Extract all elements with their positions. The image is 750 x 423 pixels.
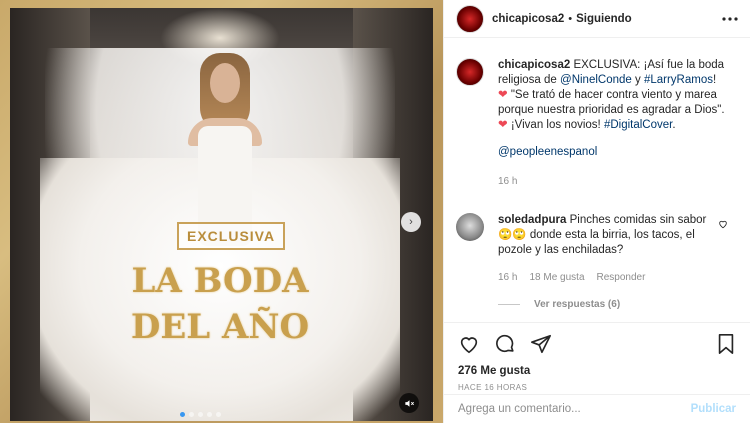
comment-input[interactable]: [458, 403, 691, 415]
publish-button[interactable]: Publicar: [691, 403, 736, 415]
headline-line-2: DEL AÑO: [130, 307, 310, 347]
carousel-dot: [198, 412, 203, 417]
post-image: EXCLUSIVA LA BODA DEL AÑO ›: [10, 8, 433, 421]
media-headline: LA BODA DEL AÑO: [130, 258, 310, 350]
action-bar: 276 Me gusta HACE 16 HORAS: [444, 322, 750, 392]
comment: soledadpura Pinches comidas sin sabor 🙄🙄…: [444, 189, 750, 285]
avatar[interactable]: [456, 4, 484, 33]
comment-body: soledadpura Pinches comidas sin sabor 🙄🙄…: [498, 213, 718, 285]
carousel-dot: [189, 412, 194, 417]
post-side-panel: chicapicosa2 • Siguiendo chicapicosa2 EX…: [443, 0, 750, 423]
following-button[interactable]: Siguiendo: [576, 13, 632, 25]
comment-icon[interactable]: [494, 333, 516, 355]
caption-text: y: [631, 74, 644, 86]
more-horizontal-icon[interactable]: [722, 16, 738, 21]
comment-composer: Publicar: [444, 394, 750, 423]
caption-text: .: [672, 119, 676, 131]
replies-divider: [498, 304, 520, 305]
caption-username[interactable]: chicapicosa2: [498, 59, 570, 71]
like-count[interactable]: 276 Me gusta: [458, 365, 736, 377]
avatar[interactable]: [456, 213, 484, 241]
caption-text: ¡Vivan los novios!: [507, 119, 604, 131]
author-username[interactable]: chicapicosa2: [492, 13, 564, 25]
view-replies-button[interactable]: Ver respuestas (6): [498, 299, 750, 310]
caption-text: "Se trató de hacer contra viento y marea…: [498, 89, 725, 116]
post-header: chicapicosa2 • Siguiendo: [444, 0, 750, 38]
carousel-indicator: [180, 412, 221, 417]
carousel-dot: [207, 412, 212, 417]
post-caption: chicapicosa2 EXCLUSIVA: ¡Así fue la boda…: [444, 38, 750, 189]
reply-button[interactable]: Responder: [597, 270, 646, 285]
post-timestamp[interactable]: HACE 16 HORAS: [458, 383, 736, 392]
caption-timestamp[interactable]: 16 h: [498, 174, 728, 189]
volume-muted-icon[interactable]: [399, 393, 419, 413]
bookmark-icon[interactable]: [716, 333, 736, 355]
header-separator: •: [568, 12, 573, 25]
view-replies-label: Ver respuestas (6): [534, 299, 621, 310]
carousel-dot: [216, 412, 221, 417]
hashtag-link[interactable]: #LarryRamos: [644, 74, 713, 86]
comment-meta: 16 h 18 Me gusta Responder: [498, 270, 718, 285]
heart-icon[interactable]: [718, 219, 728, 229]
comment-likes[interactable]: 18 Me gusta: [529, 270, 584, 285]
caption-text: !: [712, 74, 717, 86]
caption-mention-line: @peopleenespanol: [498, 145, 728, 160]
heart-icon[interactable]: [458, 333, 480, 355]
headline-line-1: LA BODA: [131, 261, 309, 301]
hashtag-link[interactable]: #DigitalCover: [604, 119, 672, 131]
chevron-right-icon[interactable]: ›: [401, 212, 421, 232]
heart-emoji: ❤: [498, 119, 508, 131]
exclusive-tag: EXCLUSIVA: [177, 222, 286, 250]
carousel-dot: [180, 412, 185, 417]
post-media[interactable]: EXCLUSIVA LA BODA DEL AÑO ›: [0, 0, 443, 423]
comment-timestamp[interactable]: 16 h: [498, 270, 517, 285]
comment-username[interactable]: soledadpura: [498, 214, 566, 226]
action-icons: [458, 331, 736, 357]
share-icon[interactable]: [530, 333, 552, 355]
heart-emoji: ❤: [498, 89, 508, 101]
mention-link[interactable]: @NinelConde: [560, 74, 632, 86]
avatar[interactable]: [456, 58, 484, 86]
bride-face: [210, 63, 240, 103]
instagram-post: EXCLUSIVA LA BODA DEL AÑO › chicapicosa2…: [0, 0, 750, 423]
caption-body: chicapicosa2 EXCLUSIVA: ¡Así fue la boda…: [498, 58, 728, 189]
mention-link[interactable]: @peopleenespanol: [498, 146, 597, 158]
